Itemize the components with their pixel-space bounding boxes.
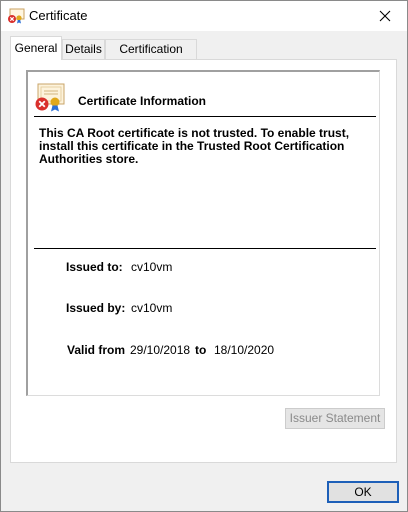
ok-button[interactable]: OK (327, 481, 399, 503)
title-bar: Certificate (1, 1, 407, 31)
tab-general[interactable]: General (10, 36, 62, 60)
valid-from-value: 29/10/2018 (130, 343, 191, 357)
issued-by-label: Issued by: (66, 301, 126, 315)
tab-certification-path[interactable]: Certification Path (105, 39, 197, 75)
certificate-error-icon (8, 8, 25, 24)
details-divider (34, 248, 376, 249)
valid-to-value: 18/10/2020 (214, 343, 275, 357)
dialog-body: General Details Certification Path Certi… (1, 31, 407, 511)
window-title: Certificate (29, 8, 88, 23)
certificate-information-heading: Certificate Information (78, 94, 207, 108)
issued-to-label: Issued to: (66, 260, 123, 274)
close-icon (379, 10, 391, 22)
issued-by-value: cv10vm (131, 301, 173, 315)
close-button[interactable] (363, 1, 407, 31)
heading-divider (34, 116, 376, 117)
general-tab-panel: Certificate Information This CA Root cer… (10, 59, 397, 463)
issued-to-value: cv10vm (131, 260, 173, 274)
issuer-statement-button[interactable]: Issuer Statement (285, 408, 385, 429)
certificate-untrusted-icon (35, 83, 65, 112)
valid-to-label: to (195, 343, 207, 357)
trust-warning-message: This CA Root certificate is not trusted.… (39, 126, 350, 166)
tab-details[interactable]: Details (62, 39, 105, 59)
certificate-dialog: Certificate General Details Certificatio… (0, 0, 408, 512)
valid-from-label: Valid from (67, 343, 126, 357)
certificate-info-box: Certificate Information This CA Root cer… (26, 70, 380, 396)
